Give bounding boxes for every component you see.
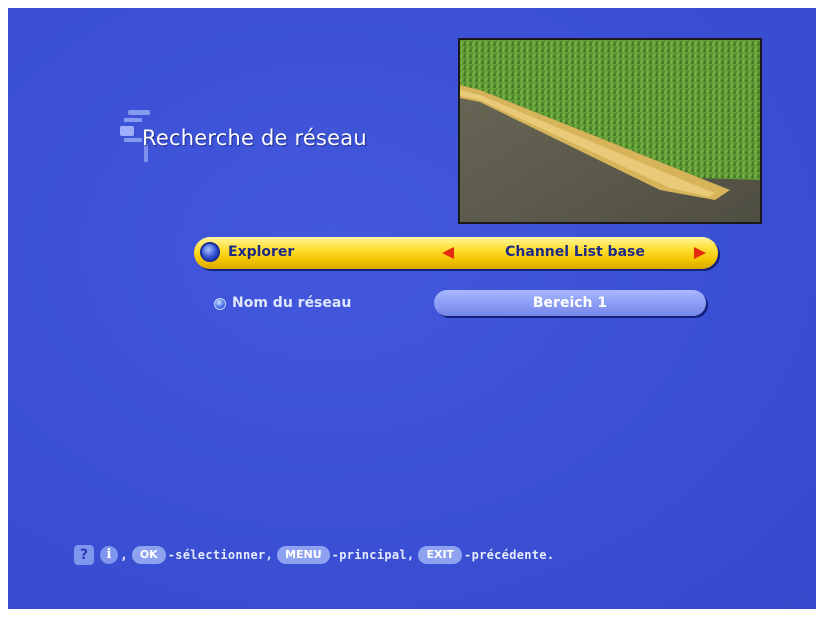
network-name-label: Nom du réseau	[232, 295, 352, 311]
explorer-row[interactable]: Explorer Channel List base	[194, 237, 718, 269]
network-name-field[interactable]: Bereich 1	[434, 290, 706, 316]
help-key-icon: ?	[74, 545, 94, 565]
page-title: Recherche de réseau	[142, 126, 367, 150]
bullet-icon	[214, 298, 226, 310]
exit-hint: -précédente.	[464, 548, 555, 562]
help-bar: ? i , OK -sélectionner, MENU -principal,…	[74, 544, 558, 566]
selected-bullet-icon	[200, 242, 220, 262]
page-header: Recherche de réseau	[118, 108, 458, 178]
menu-key: MENU	[277, 546, 330, 564]
arrow-left-icon[interactable]	[442, 247, 454, 259]
info-key-icon: i	[100, 546, 118, 564]
help-separator: ,	[120, 547, 128, 563]
ok-key: OK	[131, 546, 166, 564]
ok-hint: -sélectionner,	[167, 548, 274, 562]
network-name-value: Bereich 1	[532, 295, 608, 311]
explorer-value: Channel List base	[505, 244, 645, 260]
tv-screen: Recherche de réseau Explorer Channel Lis…	[8, 8, 816, 609]
live-tv-preview	[460, 40, 760, 222]
arrow-right-icon[interactable]	[694, 247, 706, 259]
network-name-row[interactable]: Nom du réseau Bereich 1	[208, 290, 708, 318]
channel-preview	[458, 38, 762, 224]
menu-hint: -principal,	[331, 548, 415, 562]
explorer-label: Explorer	[228, 244, 295, 260]
exit-key: EXIT	[418, 546, 463, 564]
